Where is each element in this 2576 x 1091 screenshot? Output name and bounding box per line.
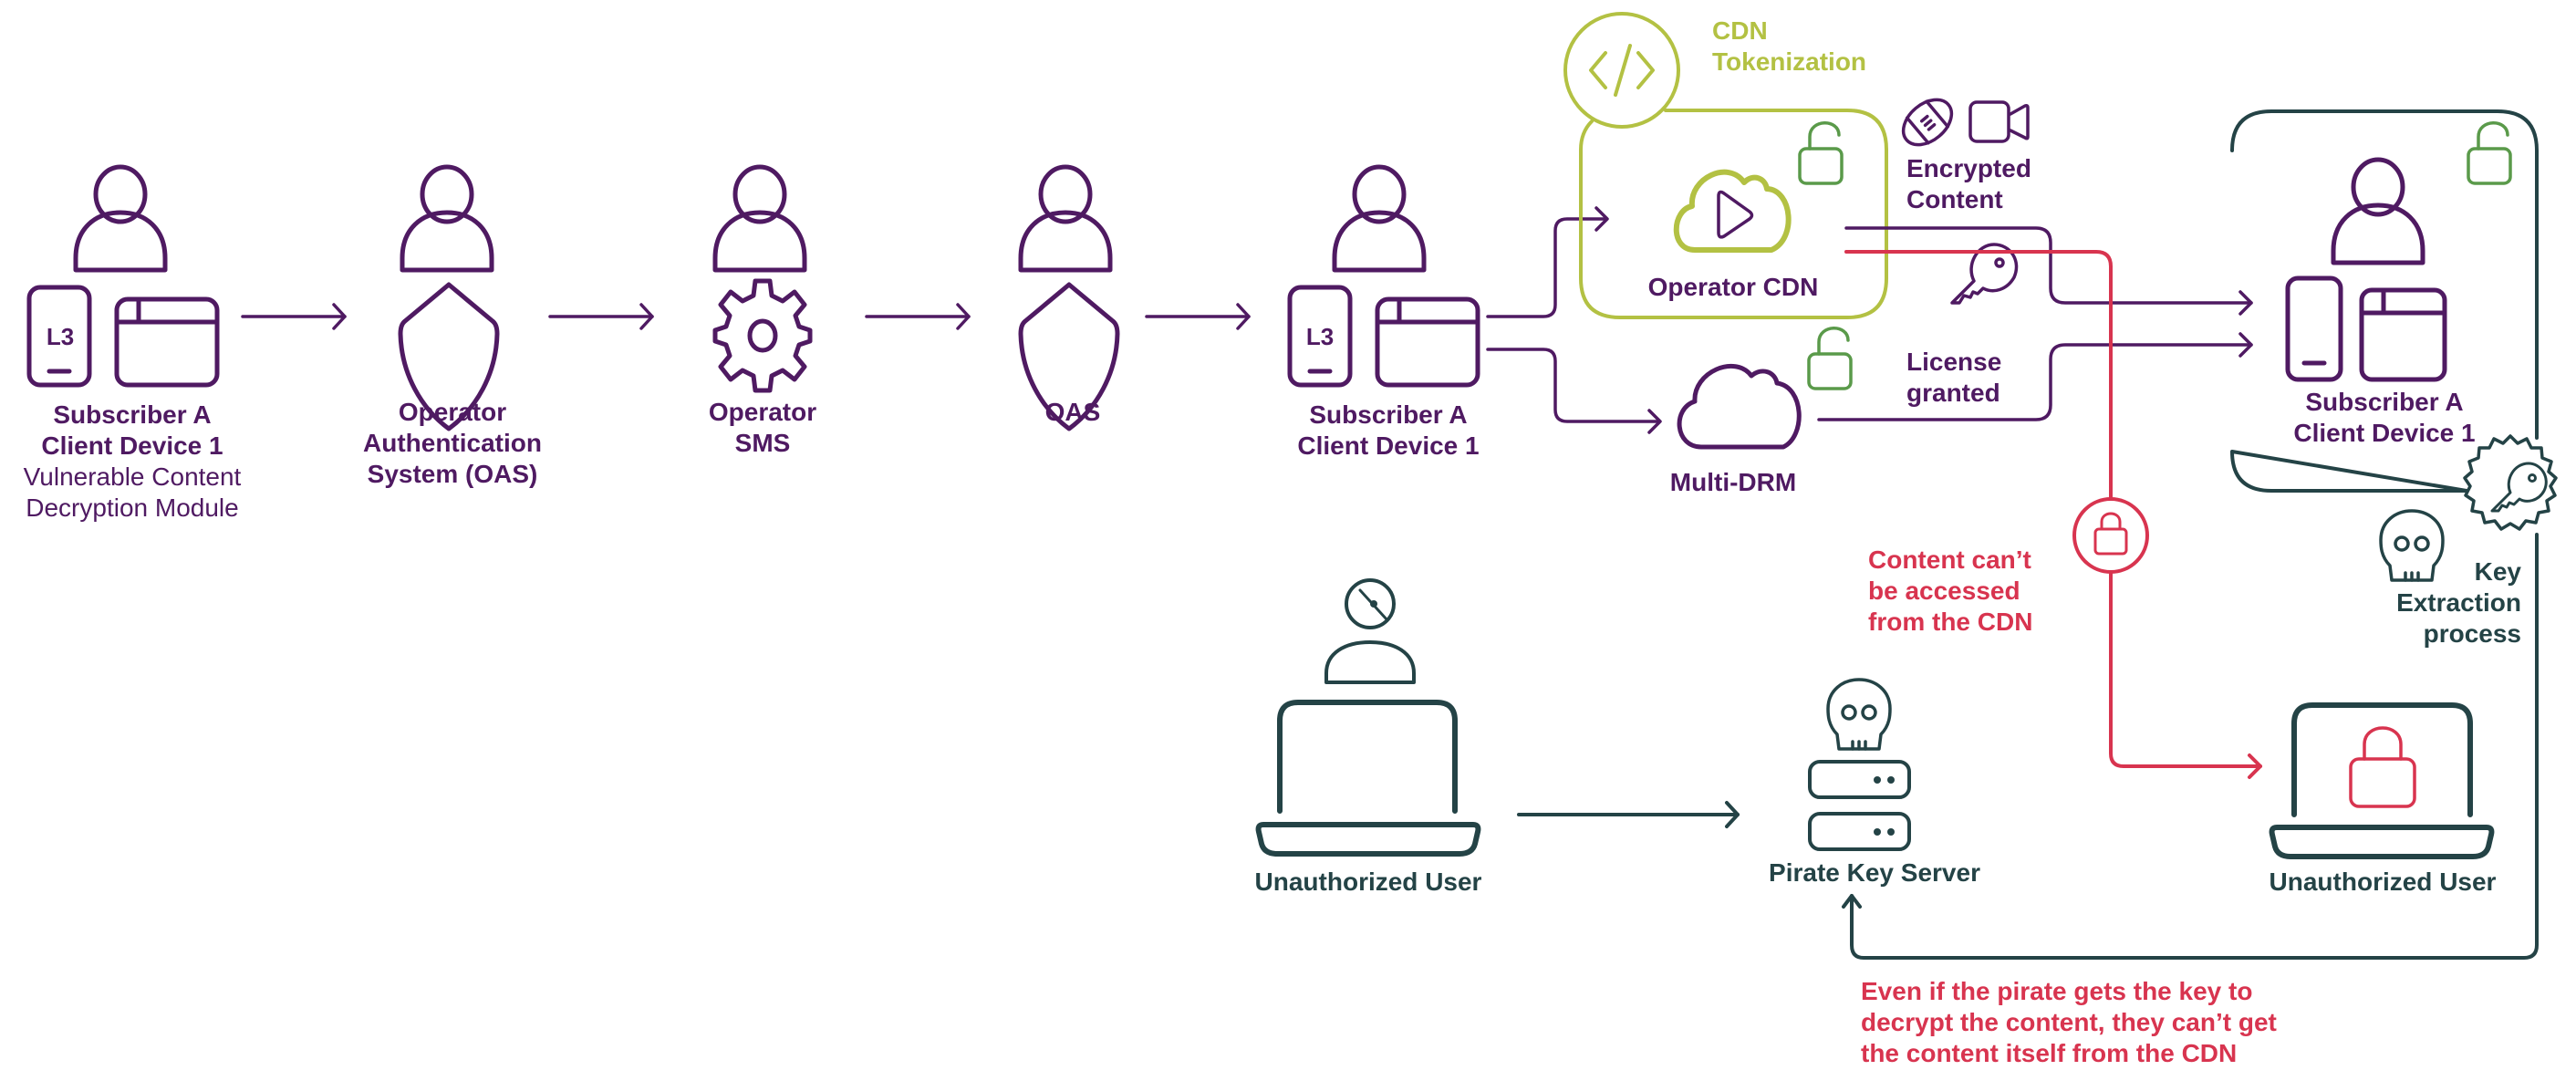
content-blocked-label: Content can’t be accessed from the CDN: [1868, 546, 2033, 636]
oas-icons: [1021, 167, 1117, 429]
encrypted-content-label: Encrypted Content: [1906, 154, 2031, 213]
person-icon: [715, 167, 805, 270]
arrow-to-sms: [548, 303, 654, 330]
subscriber-start-icons: L3: [29, 167, 217, 385]
phone-and-browser-icon: [2285, 275, 2447, 382]
oas-full-icons: [400, 167, 497, 429]
encrypted-content-connector: [1844, 226, 2253, 316]
license-connector: [1817, 332, 2253, 421]
oas-label: OAS: [1044, 398, 1101, 426]
person-icon: [76, 167, 165, 270]
sms-label: Operator SMS: [708, 398, 817, 457]
connector-to-cdn: [1486, 206, 1609, 318]
oas-full-label: Operator Authentication System (OAS): [363, 398, 542, 488]
key-badge-icon: [2463, 434, 2558, 531]
operator-cdn-label: Operator CDN: [1647, 273, 1819, 301]
cdn-tokenization-label: CDN Tokenization: [1712, 16, 1867, 76]
license-granted-label: License granted: [1906, 348, 2002, 407]
unlocked-padlock-icon-drm: [1807, 326, 1853, 390]
subscriber-start-label: Subscriber A Client Device 1 Vulnerable …: [23, 400, 242, 522]
unauthorized-user-right-label: Unauthorized User: [2269, 868, 2497, 896]
key-extraction-label: Key Extraction process: [2396, 557, 2521, 648]
arrow-to-pirate-server: [1517, 801, 1740, 828]
multi-drm-label: Multi-DRM: [1669, 468, 1797, 496]
unlocked-padlock-icon-end: [2467, 120, 2512, 185]
pirate-key-server-label: Pirate Key Server: [1769, 858, 1980, 887]
device-badge: L3: [1306, 323, 1334, 350]
person-icon: [2333, 160, 2423, 263]
laptop-icon-left: [1255, 700, 1481, 857]
subscriber-end-label: Subscriber A Client Device 1: [2293, 388, 2476, 447]
unlocked-padlock-icon: [1798, 120, 1844, 185]
arrow-to-subscriber-mid: [1145, 303, 1251, 330]
arrow-to-oas-full: [241, 303, 347, 330]
person-icon: [1335, 167, 1424, 270]
subscriber-mid-label: Subscriber A Client Device 1: [1297, 400, 1480, 460]
arrow-to-oas: [865, 303, 971, 330]
sms-icons: [712, 167, 813, 393]
gear-icon: [712, 278, 813, 393]
locked-padlock-badge: [2072, 497, 2149, 574]
blocked-content-connector: [1844, 250, 2262, 779]
cloud-play-icon: [1673, 169, 1792, 253]
person-icon: [1021, 167, 1110, 270]
code-icon: [1589, 44, 1655, 97]
anonymous-person-icon: [1324, 578, 1416, 684]
server-lights: [1874, 776, 1895, 836]
subscriber-mid-icons: L3: [1290, 167, 1478, 385]
locked-padlock-icon: [2349, 726, 2416, 808]
device-badge: L3: [47, 323, 74, 350]
diagram-canvas: L3 L3: [0, 12, 2558, 960]
unauthorized-user-left-label: Unauthorized User: [1254, 868, 1482, 896]
connector-to-drm: [1486, 348, 1662, 434]
footnote: Even if the pirate gets the key to decry…: [1861, 977, 2277, 1067]
skull-icon: [1826, 678, 1892, 751]
cloud-icon: [1677, 364, 1802, 450]
server-icon: [1808, 760, 1911, 851]
person-icon: [402, 167, 492, 270]
football-icon: [1901, 98, 1954, 147]
video-camera-icon: [1968, 100, 2030, 143]
